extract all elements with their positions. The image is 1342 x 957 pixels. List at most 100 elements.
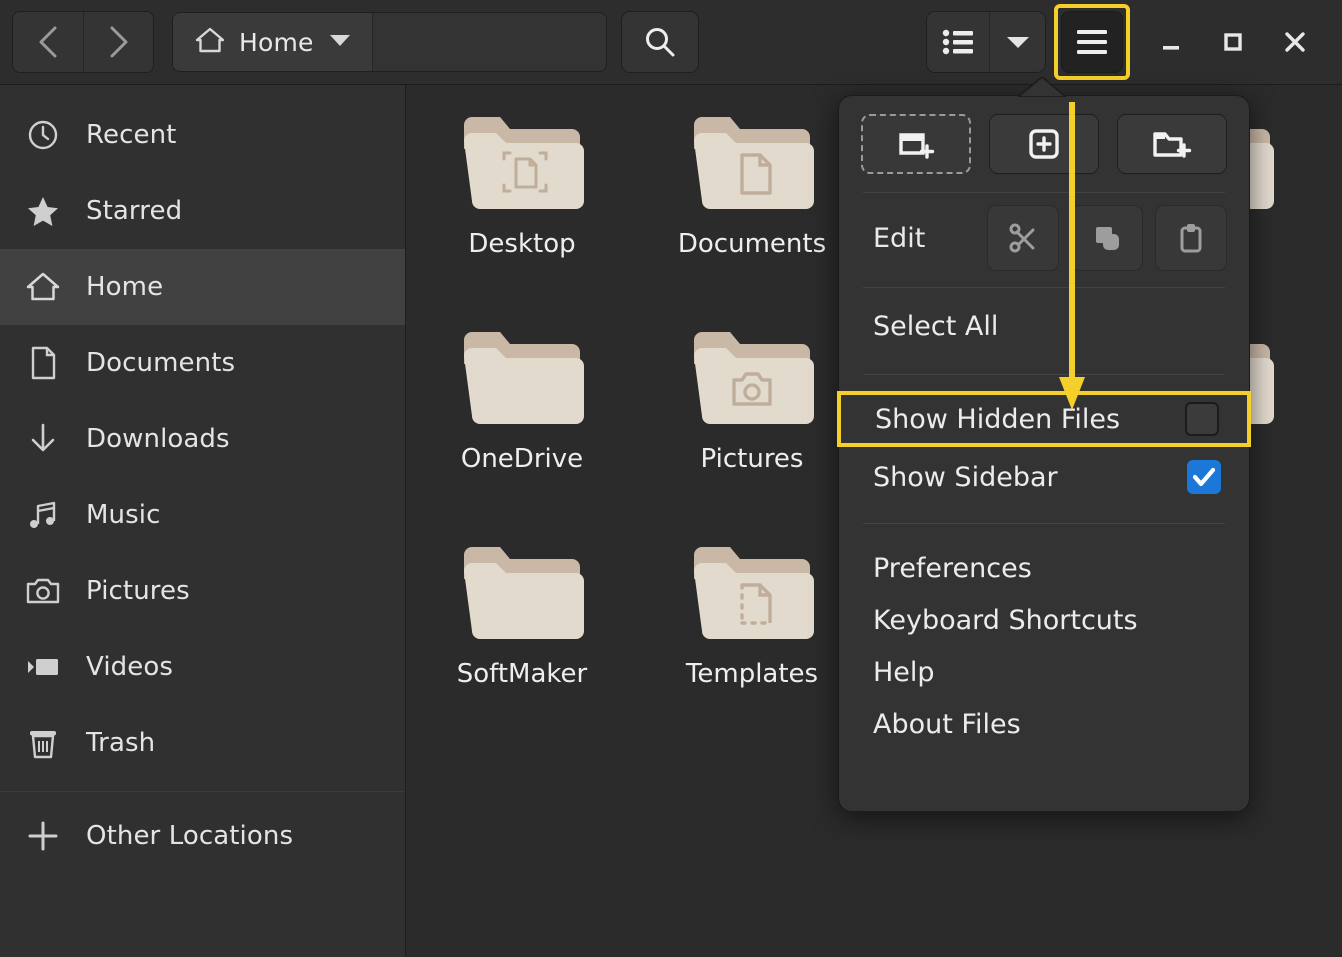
plain-folder-icon [460,541,584,647]
plus-icon [26,819,60,853]
window-controls [1140,11,1326,73]
cut-button[interactable] [987,205,1059,271]
template-folder-icon [690,541,814,647]
menu-item-label: Preferences [873,553,1032,584]
file-item-documents[interactable]: Documents [637,101,867,316]
menu-new-buttons-row [839,96,1249,186]
sidebar-item-label: Recent [86,120,176,150]
sidebar-item-pictures[interactable]: Pictures [0,553,405,629]
breadcrumb-home[interactable]: Home [173,13,373,71]
menu-divider-1 [863,192,1225,193]
sidebar-divider [0,791,405,792]
file-item-label: Desktop [468,229,575,259]
file-item-label: Templates [686,659,818,689]
show-hidden-files-label: Show Hidden Files [875,404,1120,435]
main-menu-button[interactable] [1061,11,1123,73]
sidebar-item-label: Documents [86,348,235,378]
breadcrumb-label: Home [239,28,314,57]
minimize-button[interactable] [1140,11,1202,73]
file-item-templates[interactable]: Templates [637,531,867,746]
scissors-icon [1006,221,1040,255]
sidebar-item-label: Pictures [86,576,190,606]
trash-icon [26,726,60,760]
menu-item-about-files[interactable]: About Files [839,698,1249,750]
download-icon [26,422,60,456]
file-item-pictures[interactable]: Pictures [637,316,867,531]
sidebar-item-videos[interactable]: Videos [0,629,405,705]
menu-item-show-sidebar[interactable]: Show Sidebar [839,447,1249,507]
home-icon [195,26,225,58]
close-button[interactable] [1264,11,1326,73]
file-item-label: Documents [678,229,826,259]
main-menu-highlight [1054,4,1130,80]
home-icon [26,271,60,303]
video-icon [26,655,60,679]
new-folder-icon [1152,127,1192,161]
sidebar-item-label: Starred [86,196,182,226]
plain-folder-icon [460,326,584,432]
menu-divider-2 [863,287,1225,288]
document-folder-icon [690,111,814,217]
edit-label: Edit [873,223,975,254]
new-window-button[interactable] [989,114,1099,174]
clock-icon [26,119,60,151]
paste-button[interactable] [1155,205,1227,271]
back-button[interactable] [13,12,83,72]
sidebar-item-label: Downloads [86,424,230,454]
chevron-down-icon[interactable] [328,32,352,52]
header-bar: Home [0,0,1342,85]
menu-divider-4 [863,523,1225,524]
show-hidden-files-checkbox[interactable] [1185,402,1219,436]
list-view-button[interactable] [927,12,989,72]
menu-item-help[interactable]: Help [839,646,1249,698]
file-item-softmaker[interactable]: SoftMaker [407,531,637,746]
search-button[interactable] [621,11,699,73]
checkmark-icon [1192,466,1216,488]
sidebar-item-music[interactable]: Music [0,477,405,553]
copy-button[interactable] [1071,205,1143,271]
sidebar-item-recent[interactable]: Recent [0,97,405,173]
menu-item-label: Help [873,657,935,688]
file-item-label: OneDrive [461,444,583,474]
view-options-dropdown[interactable] [989,12,1045,72]
sidebar-item-starred[interactable]: Starred [0,173,405,249]
new-tab-button[interactable] [861,114,971,174]
menu-divider-3 [863,374,1225,375]
sidebar-item-documents[interactable]: Documents [0,325,405,401]
menu-item-label: Keyboard Shortcuts [873,605,1138,636]
path-bar: Home [172,12,607,72]
menu-item-select-all[interactable]: Select All [839,294,1249,358]
maximize-button[interactable] [1202,11,1264,73]
menu-item-keyboard-shortcuts[interactable]: Keyboard Shortcuts [839,594,1249,646]
sidebar-item-label: Home [86,272,163,302]
new-window-icon [1026,127,1062,161]
music-icon [26,499,60,531]
navigation-button-group [12,11,154,73]
show-sidebar-label: Show Sidebar [873,462,1058,493]
view-button-group [926,11,1046,73]
camera-folder-icon [690,326,814,432]
clipboard-icon [1174,221,1208,255]
sidebar-item-downloads[interactable]: Downloads [0,401,405,477]
sidebar-item-label: Videos [86,652,173,682]
path-entry-area[interactable] [373,13,606,71]
sidebar-item-other-locations[interactable]: Other Locations [0,798,405,874]
desktop-folder-icon [460,111,584,217]
new-tab-icon [897,127,935,161]
file-item-onedrive[interactable]: OneDrive [407,316,637,531]
menu-item-show-hidden-files[interactable]: Show Hidden Files [837,391,1251,447]
menu-item-preferences[interactable]: Preferences [839,542,1249,594]
sidebar-item-trash[interactable]: Trash [0,705,405,781]
copy-icon [1090,221,1124,255]
show-sidebar-checkbox[interactable] [1187,460,1221,494]
sidebar: Recent Starred Home Documents Downloads [0,85,406,957]
file-item-desktop[interactable]: Desktop [407,101,637,316]
select-all-label: Select All [873,311,998,342]
menu-item-label: About Files [873,709,1021,740]
forward-button[interactable] [83,12,153,72]
sidebar-item-label: Other Locations [86,821,293,851]
sidebar-item-label: Music [86,500,160,530]
main-menu-popup: Edit Select All Show Hidde [838,95,1250,812]
sidebar-item-home[interactable]: Home [0,249,405,325]
new-folder-button[interactable] [1117,114,1227,174]
